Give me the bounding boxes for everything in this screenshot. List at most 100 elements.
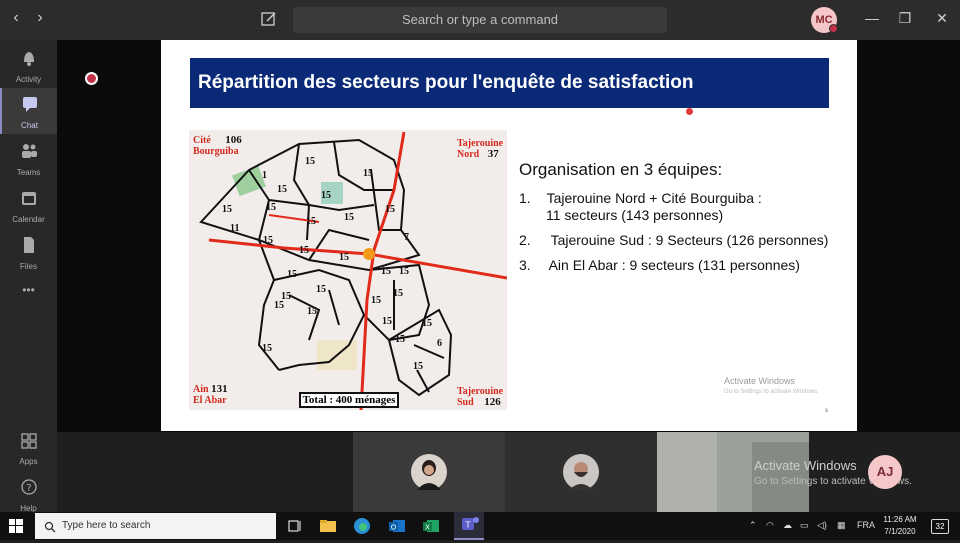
corner-label-ain-el-abar: Ain 131 El Abar	[193, 383, 228, 407]
district-count: 131	[211, 383, 228, 395]
sector-label: 15	[413, 361, 423, 372]
keyboard-icon[interactable]: ▦	[837, 520, 846, 531]
file-explorer-icon[interactable]	[318, 516, 338, 536]
participant-avatar[interactable]: AJ	[868, 455, 902, 489]
more-icon[interactable]: •••	[0, 283, 57, 329]
slide-page-mark: s	[825, 408, 828, 414]
shared-slide: Répartition des secteurs pour l'enquête …	[161, 40, 857, 431]
sector-label: 15	[393, 288, 403, 299]
search-icon	[44, 520, 56, 538]
rail-chat[interactable]: Chat	[0, 88, 57, 134]
sector-label: 15	[339, 252, 349, 263]
volume-icon[interactable]: ◁)	[817, 520, 827, 531]
edge-browser-icon[interactable]	[352, 516, 372, 536]
recording-indicator-icon	[85, 72, 98, 85]
rail-label: Activity	[15, 75, 42, 84]
taskbar-clock[interactable]: 11:26 AM 7/1/2020	[875, 514, 925, 538]
outlook-icon[interactable]: O	[387, 516, 407, 536]
back-button[interactable]: ‹	[6, 9, 26, 27]
taskbar-search-input[interactable]: Type here to search	[35, 513, 276, 539]
district-count: 126	[484, 396, 501, 408]
forward-button[interactable]: ›	[30, 9, 50, 27]
title-bar: ‹ › Search or type a command MC — ❐ ✕	[0, 0, 960, 40]
activation-watermark: Activate Windows	[754, 458, 857, 473]
corner-label-cite-bourguiba: Cité 106 Bourguiba	[193, 134, 242, 158]
excel-icon[interactable]: X	[421, 516, 441, 536]
sector-label: 15	[371, 295, 381, 306]
windows-start-icon[interactable]	[9, 519, 23, 533]
sector-label: 15	[299, 245, 309, 256]
minimize-button[interactable]: —	[860, 10, 884, 26]
language-indicator[interactable]: FRA	[857, 520, 875, 530]
list-text: Tajerouine Nord + Cité Bourguiba :	[546, 190, 762, 206]
map-drawing: 15 1 15 15 15 15 15 15 11 15 15 15 15 7 …	[189, 130, 507, 410]
sector-label: 15	[287, 269, 297, 280]
district-count: 106	[225, 134, 242, 146]
svg-text:T: T	[465, 521, 471, 530]
sector-label: 15	[305, 156, 315, 167]
sector-label: 15	[277, 184, 287, 195]
list-number: 1.	[519, 190, 531, 206]
sector-label: 15	[306, 216, 316, 227]
rail-help[interactable]: ? Help	[0, 471, 57, 517]
rail-activity[interactable]: Activity	[0, 42, 57, 88]
district-name: El Abar	[193, 395, 227, 406]
sector-label: 15	[222, 204, 232, 215]
sector-label: 15	[344, 212, 354, 223]
rail-calendar[interactable]: Calendar	[0, 182, 57, 228]
list-item: 2. Tajerouine Sud : 9 Secteurs (126 pers…	[519, 232, 828, 248]
onedrive-icon[interactable]: ☁	[783, 520, 792, 531]
sector-label: 15	[399, 266, 409, 277]
svg-text:X: X	[425, 524, 430, 532]
sector-label: 7	[404, 232, 409, 243]
files-icon	[19, 236, 39, 254]
district-name: Nord	[457, 149, 480, 160]
sector-label: 1	[262, 170, 267, 181]
list-text: Ain El Abar : 9 secteurs (131 personnes)	[548, 257, 800, 273]
list-item-continuation: 11 secteurs (143 personnes)	[546, 207, 724, 223]
bell-icon	[19, 49, 39, 67]
windows-taskbar: Type here to search O X T ⌃ ◠ ☁ ▭ ◁) ▦ F…	[0, 512, 960, 540]
list-text: Tajerouine Sud : 9 Secteurs (126 personn…	[550, 232, 829, 248]
sector-label: 15	[307, 306, 317, 317]
slide-title: Répartition des secteurs pour l'enquête …	[198, 72, 694, 93]
rail-teams[interactable]: Teams	[0, 135, 57, 181]
corner-label-tajerouine-sud: Tajerouine Sud 126	[457, 386, 503, 408]
rail-files[interactable]: Files	[0, 229, 57, 275]
participant-photo	[411, 454, 447, 490]
close-window-button[interactable]: ✕	[930, 10, 954, 27]
sector-label: 6	[437, 338, 442, 349]
list-item: 1. Tajerouine Nord + Cité Bourguiba :	[519, 190, 762, 206]
participant-tile[interactable]	[353, 432, 505, 512]
teams-app-icon[interactable]: T	[454, 512, 484, 540]
app-rail: Activity Chat Teams Calendar Files ••• A…	[0, 40, 57, 513]
apps-icon	[19, 431, 39, 449]
notification-center-badge[interactable]: 32	[931, 519, 949, 534]
rail-apps[interactable]: Apps	[0, 424, 57, 470]
command-search-input[interactable]: Search or type a command	[293, 7, 667, 33]
clock-time: 11:26 AM	[883, 515, 917, 524]
tray-chevron-icon[interactable]: ⌃	[749, 520, 757, 531]
sector-label: 15	[395, 334, 405, 345]
list-number: 3.	[519, 257, 531, 273]
help-icon: ?	[19, 478, 39, 496]
sector-label: 15	[381, 266, 391, 277]
district-count: 37	[487, 148, 499, 160]
activation-watermark: Activate Windows	[724, 376, 796, 386]
sector-label: 15	[274, 300, 284, 311]
calendar-icon	[19, 189, 39, 207]
center-marker	[363, 248, 375, 260]
rail-label: Apps	[19, 457, 38, 466]
district-name: Ain	[193, 384, 209, 395]
restore-button[interactable]: ❐	[893, 10, 917, 27]
sector-label: 11	[230, 223, 239, 234]
task-view-icon[interactable]	[285, 516, 305, 536]
laser-pointer-icon	[686, 108, 693, 115]
compose-icon[interactable]	[260, 10, 280, 30]
battery-icon[interactable]: ▭	[800, 520, 809, 531]
corner-label-tajerouine-nord: Tajerouine Nord 37	[457, 138, 503, 160]
rail-label: Calendar	[12, 215, 45, 224]
sector-label: 15	[262, 343, 272, 354]
participant-tile[interactable]	[505, 432, 657, 512]
network-icon[interactable]: ◠	[766, 520, 774, 531]
